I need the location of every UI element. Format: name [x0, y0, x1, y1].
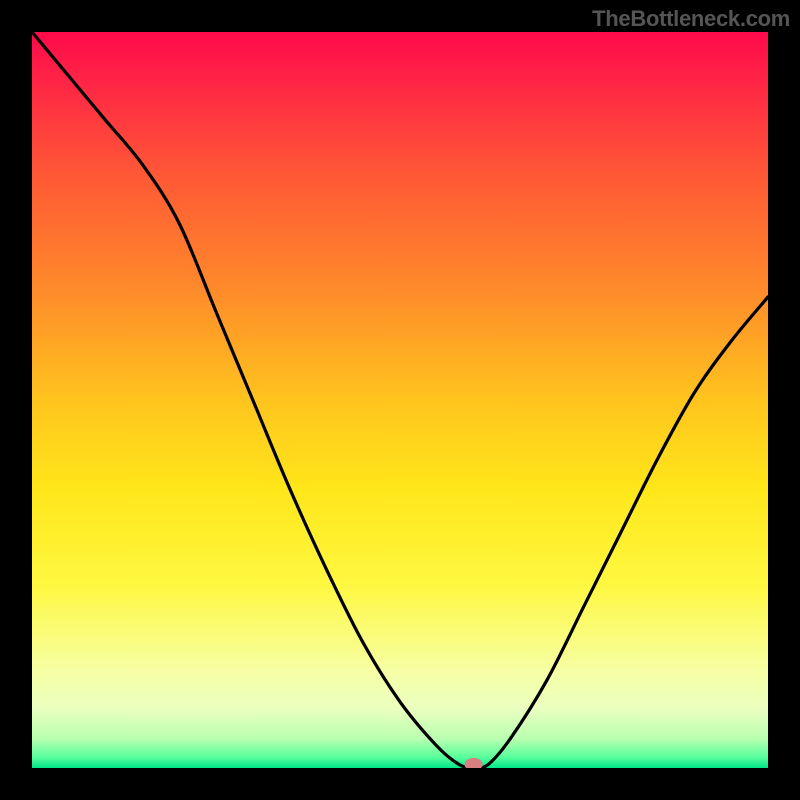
gradient-background: [32, 32, 768, 768]
plot-area: [32, 32, 768, 768]
bottleneck-chart: TheBottleneck.com: [0, 0, 800, 800]
plot-svg: [32, 32, 768, 768]
watermark-text: TheBottleneck.com: [592, 6, 790, 32]
